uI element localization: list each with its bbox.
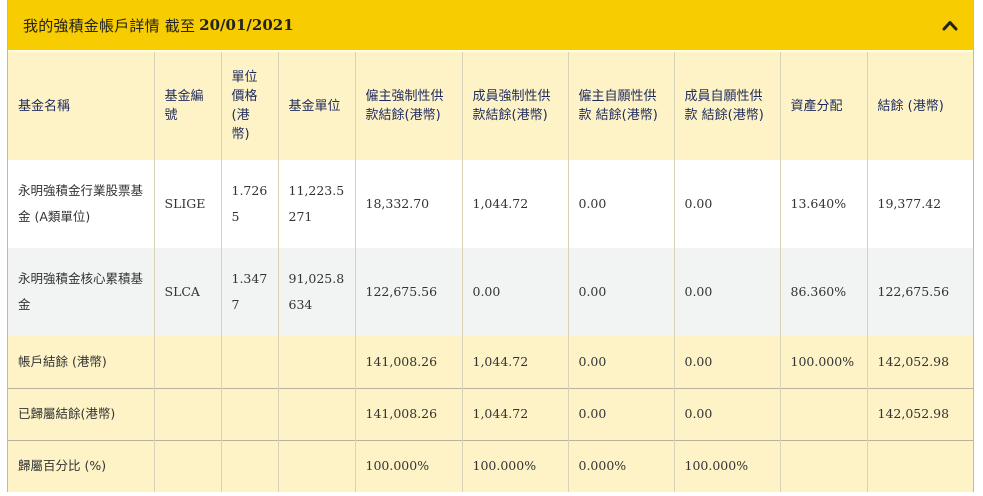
summary-label: 已歸屬結餘(港幣) <box>8 387 155 440</box>
column-header-unit-price: 單位價格(港幣) <box>221 52 279 160</box>
ee-mandatory-balance: 1,044.72 <box>462 387 569 440</box>
column-header-er-mandatory: 僱主強制性供款結餘(港幣) <box>355 52 463 160</box>
panel-header[interactable]: 我的強積金帳戶詳情 截至 20/01/2021 <box>8 0 973 50</box>
ee-voluntary-balance: 0.00 <box>674 248 781 336</box>
summary-row-vested-balance: 已歸屬結餘(港幣) 141,008.26 1,044.72 0.00 0.00 … <box>8 387 973 440</box>
column-header-balance: 結餘 (港幣) <box>867 52 973 160</box>
fund-name: 永明強積金行業股票基金 (A類單位) <box>8 160 155 248</box>
ee-mandatory-vesting: 100.000% <box>462 439 569 492</box>
er-voluntary-balance: 0.00 <box>568 160 675 248</box>
fund-units: 91,025.8634 <box>278 248 356 336</box>
table-row: 永明強積金核心累積基金 SLCA 1.3477 91,025.8634 122,… <box>8 248 973 336</box>
empty-cell <box>278 439 356 492</box>
fund-units: 11,223.5271 <box>278 160 356 248</box>
er-voluntary-vesting: 0.000% <box>568 439 675 492</box>
er-mandatory-balance: 18,332.70 <box>355 160 463 248</box>
empty-cell <box>221 336 279 388</box>
empty-cell <box>154 439 222 492</box>
empty-cell <box>278 336 356 388</box>
er-voluntary-balance: 0.00 <box>568 248 675 336</box>
column-header-er-voluntary: 僱主自願性供款 結餘(港幣) <box>568 52 675 160</box>
fund-balance: 19,377.42 <box>867 160 973 248</box>
ee-mandatory-balance: 1,044.72 <box>462 160 569 248</box>
mpf-account-panel: 我的強積金帳戶詳情 截至 20/01/2021 基金名稱 基金編號 單位價格(港 <box>7 0 974 492</box>
column-header-fund-name: 基金名稱 <box>8 52 155 160</box>
ee-voluntary-vesting: 100.000% <box>674 439 781 492</box>
asset-allocation <box>780 387 868 440</box>
asset-allocation <box>780 439 868 492</box>
column-header-units: 基金單位 <box>278 52 356 160</box>
fund-code: SLCA <box>154 248 222 336</box>
summary-row-account-balance: 帳戶結餘 (港幣) 141,008.26 1,044.72 0.00 0.00 … <box>8 336 973 388</box>
summary-label: 歸屬百分比 (%) <box>8 439 155 492</box>
column-header-allocation: 資產分配 <box>780 52 868 160</box>
empty-cell <box>221 387 279 440</box>
summary-label: 帳戶結餘 (港幣) <box>8 336 155 388</box>
ee-voluntary-balance: 0.00 <box>674 336 781 388</box>
asset-allocation: 13.640% <box>780 160 868 248</box>
total-balance: 142,052.98 <box>867 336 973 388</box>
er-voluntary-balance: 0.00 <box>568 387 675 440</box>
empty-cell <box>154 336 222 388</box>
empty-cell <box>278 387 356 440</box>
collapse-button[interactable] <box>939 14 961 36</box>
panel-title: 我的強積金帳戶詳情 截至 <box>23 16 196 35</box>
er-mandatory-vesting: 100.000% <box>355 439 463 492</box>
er-mandatory-balance: 141,008.26 <box>355 336 463 388</box>
ee-voluntary-balance: 0.00 <box>674 160 781 248</box>
empty-cell <box>221 439 279 492</box>
fund-table: 基金名稱 基金編號 單位價格(港幣) 基金單位 僱主強制性供款結餘(港幣) 成員… <box>8 52 973 492</box>
summary-row-vesting-percentage: 歸屬百分比 (%) 100.000% 100.000% 0.000% 100.0… <box>8 439 973 492</box>
er-voluntary-balance: 0.00 <box>568 336 675 388</box>
total-balance <box>867 439 973 492</box>
ee-mandatory-balance: 0.00 <box>462 248 569 336</box>
unit-price: 1.7265 <box>221 160 279 248</box>
column-header-ee-mandatory: 成員強制性供款結餘(港幣) <box>462 52 569 160</box>
fund-balance: 122,675.56 <box>867 248 973 336</box>
chevron-up-icon <box>942 21 958 31</box>
er-mandatory-balance: 141,008.26 <box>355 387 463 440</box>
panel-date: 20/01/2021 <box>199 16 294 34</box>
ee-voluntary-balance: 0.00 <box>674 387 781 440</box>
asset-allocation: 100.000% <box>780 336 868 388</box>
column-header-fund-code: 基金編號 <box>154 52 222 160</box>
asset-allocation: 86.360% <box>780 248 868 336</box>
table-header-row: 基金名稱 基金編號 單位價格(港幣) 基金單位 僱主強制性供款結餘(港幣) 成員… <box>8 52 973 160</box>
fund-code: SLIGE <box>154 160 222 248</box>
empty-cell <box>154 387 222 440</box>
fund-name: 永明強積金核心累積基金 <box>8 248 155 336</box>
unit-price: 1.3477 <box>221 248 279 336</box>
er-mandatory-balance: 122,675.56 <box>355 248 463 336</box>
ee-mandatory-balance: 1,044.72 <box>462 336 569 388</box>
column-header-ee-voluntary: 成員自願性供款 結餘(港幣) <box>674 52 781 160</box>
table-row: 永明強積金行業股票基金 (A類單位) SLIGE 1.7265 11,223.5… <box>8 160 973 248</box>
total-balance: 142,052.98 <box>867 387 973 440</box>
